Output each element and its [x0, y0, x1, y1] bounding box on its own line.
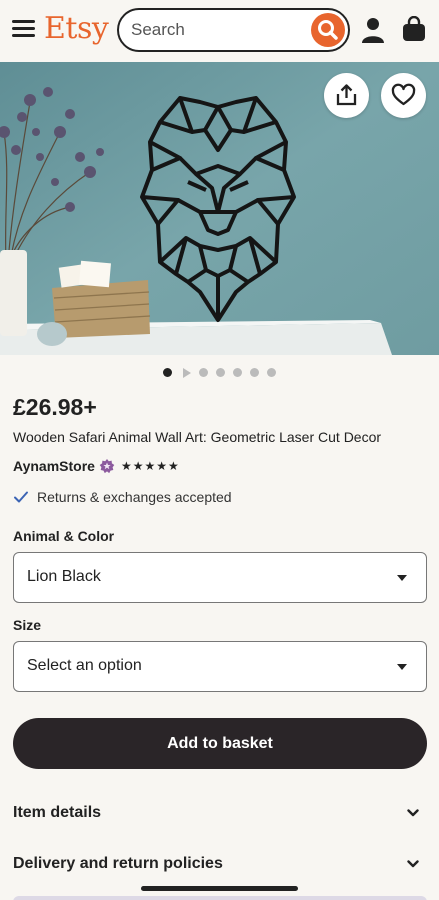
shop-name-link[interactable]: AynamStore: [13, 458, 95, 474]
chevron-down-icon: [407, 809, 419, 817]
chevron-down-icon: [407, 860, 419, 868]
star-seller-badge-icon: [99, 459, 115, 474]
animal-color-select[interactable]: Lion Black: [13, 552, 427, 603]
search-box: [117, 8, 350, 52]
bottom-sheet-peek: [13, 896, 427, 900]
carousel-dot[interactable]: [250, 368, 259, 377]
item-details-accordion[interactable]: Item details: [13, 798, 427, 828]
size-select[interactable]: Select an option: [13, 641, 427, 692]
item-details-label: Item details: [13, 804, 102, 821]
etsy-logo[interactable]: Etsy: [44, 11, 109, 46]
caret-down-icon: [397, 575, 407, 581]
home-indicator: [141, 886, 298, 891]
delivery-policies-label: Delivery and return policies: [13, 855, 223, 872]
heart-icon: [391, 83, 416, 106]
product-image[interactable]: [0, 62, 439, 355]
product-price: £26.98+: [13, 394, 97, 420]
share-icon: [336, 84, 357, 106]
animal-color-label: Animal & Color: [13, 528, 115, 544]
caret-down-icon: [397, 664, 407, 670]
carousel-dot[interactable]: [163, 368, 172, 377]
account-icon[interactable]: [361, 17, 385, 43]
product-photo: [0, 62, 439, 355]
size-value: Select an option: [27, 657, 142, 674]
carousel-indicator: [163, 368, 278, 378]
shop-info: AynamStore ★★★★★: [13, 457, 180, 475]
menu-icon[interactable]: [12, 20, 35, 38]
favorite-button[interactable]: [381, 73, 426, 118]
returns-text: Returns & exchanges accepted: [37, 489, 232, 505]
rating-stars[interactable]: ★★★★★: [121, 459, 180, 473]
size-label: Size: [13, 617, 42, 633]
carousel-dot[interactable]: [216, 368, 225, 377]
video-play-icon[interactable]: [183, 368, 191, 378]
add-to-basket-button[interactable]: Add to basket: [13, 718, 427, 769]
share-button[interactable]: [324, 73, 369, 118]
search-icon: [318, 20, 338, 40]
carousel-dot[interactable]: [199, 368, 208, 377]
carousel-dot[interactable]: [233, 368, 242, 377]
search-input[interactable]: [131, 19, 301, 41]
animal-color-value: Lion Black: [27, 568, 101, 585]
check-icon: [14, 491, 28, 503]
delivery-policies-accordion[interactable]: Delivery and return policies: [13, 849, 427, 879]
top-bar: Etsy: [0, 0, 439, 62]
basket-icon[interactable]: [402, 16, 426, 42]
product-title: Wooden Safari Animal Wall Art: Geometric…: [13, 429, 382, 445]
returns-info: Returns & exchanges accepted: [13, 489, 232, 505]
carousel-dot[interactable]: [267, 368, 276, 377]
search-button[interactable]: [311, 13, 345, 47]
